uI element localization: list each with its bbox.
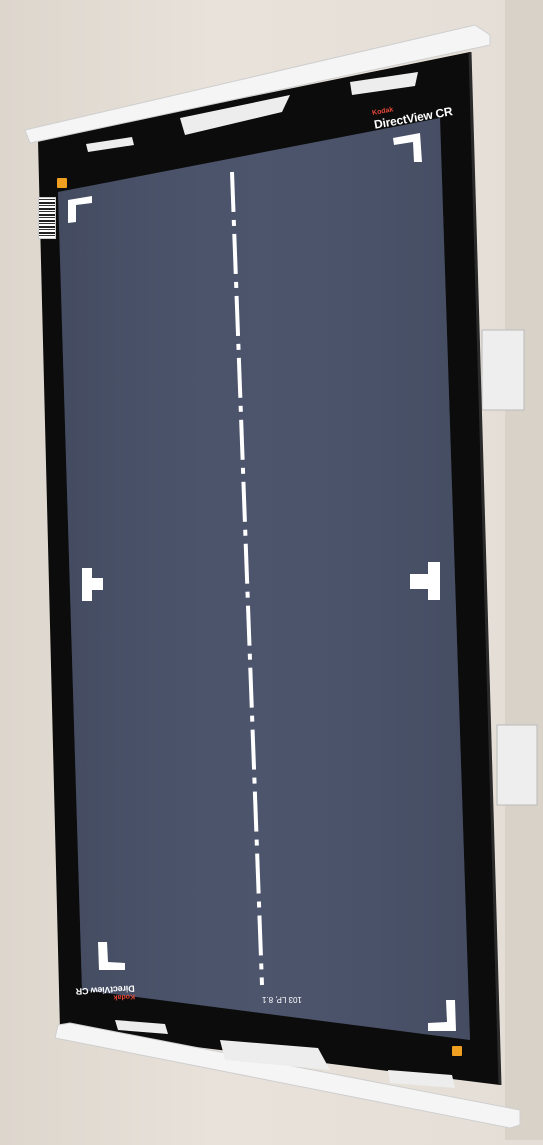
- side-bracket-lower: [496, 724, 538, 806]
- side-bracket-upper: [481, 329, 525, 411]
- wall-shadow: [505, 0, 543, 1140]
- orange-tag-bottom: [452, 1046, 462, 1056]
- brand-label-bottom: Kodak DirectView CR: [76, 982, 136, 1002]
- orange-tag-top: [57, 178, 67, 188]
- panel-shading: [58, 118, 470, 1040]
- plate-label: 103 LP, 8.1: [262, 995, 302, 1004]
- cassette-photo: Kodak DirectView CR Kodak DirectView CR …: [0, 0, 543, 1140]
- cassette-illustration: [24, 0, 543, 1140]
- barcode-sticker: [38, 197, 56, 239]
